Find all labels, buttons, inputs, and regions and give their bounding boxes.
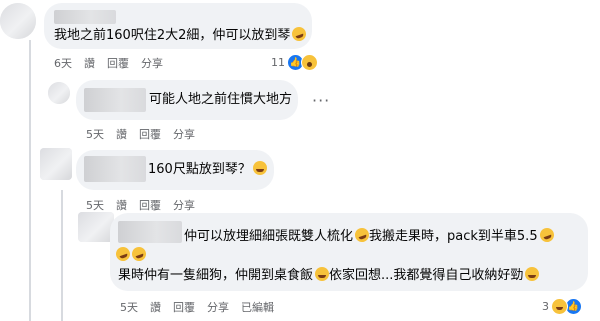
comment-actions: 5天 讚 回覆 分享 已編輯 [120, 299, 274, 315]
edited-label: 已編輯 [241, 301, 274, 314]
rolling-laughing-emoji-icon [537, 226, 556, 244]
like-button[interactable]: 讚 [150, 299, 161, 315]
haha-icon [551, 298, 568, 315]
commenter-name[interactable] [118, 221, 182, 243]
timestamp[interactable]: 5天 [86, 126, 104, 142]
like-button[interactable]: 讚 [116, 126, 127, 142]
commenter-name[interactable] [54, 8, 116, 26]
thread-line [29, 40, 31, 321]
avatar[interactable] [0, 3, 36, 39]
reaction-summary[interactable]: 11 👍 [271, 54, 318, 71]
like-button[interactable]: 讚 [116, 197, 127, 213]
avatar[interactable] [78, 212, 114, 242]
share-button[interactable]: 分享 [207, 299, 229, 315]
commenter-name[interactable] [84, 156, 146, 182]
reply-button[interactable]: 回覆 [139, 197, 161, 213]
comment-text: 我地之前160呎住2大2細，仲可以放到琴 [54, 28, 291, 43]
comment-text-line: 果時仲有一隻細狗，仲開到桌食飯 [118, 268, 314, 283]
avatar[interactable] [40, 148, 72, 180]
reply-button[interactable]: 回覆 [107, 55, 129, 71]
timestamp[interactable]: 5天 [86, 197, 104, 213]
thread-line [61, 190, 63, 321]
comment-text-line: 依家回想...我都覺得自己收納好勁 [329, 268, 524, 283]
share-button[interactable]: 分享 [141, 55, 163, 71]
comment-text: 可能人地之前住慣大地方 [149, 92, 293, 107]
comment-bubble: 可能人地之前住慣大地方 [76, 80, 298, 120]
wow-icon [301, 54, 318, 71]
grinning-emoji-icon [252, 161, 267, 175]
reply-button[interactable]: 回覆 [139, 126, 161, 142]
comment-bubble: 160尺點放到琴？ [76, 150, 274, 190]
reaction-summary[interactable]: 3 👍 [542, 298, 582, 315]
comment-actions: 5天 讚 回覆 分享 [86, 197, 195, 213]
comment-text: 160尺點放到琴？ [148, 162, 251, 177]
comment-bubble: 我地之前160呎住2大2細，仲可以放到琴 [44, 3, 312, 49]
share-button[interactable]: 分享 [173, 197, 195, 213]
reaction-count: 3 [542, 300, 549, 313]
avatar[interactable] [48, 82, 70, 104]
rolling-laughing-emoji-icon [114, 245, 132, 263]
share-button[interactable]: 分享 [173, 126, 195, 142]
reaction-count: 11 [271, 56, 285, 69]
comment-actions: 6天 讚 回覆 分享 [54, 55, 163, 71]
monkey-emoji-icon [315, 267, 330, 281]
comment-text-line: 仲可以放埋細細張既雙人梳化 [184, 229, 354, 244]
rolling-laughing-emoji-icon [130, 245, 148, 263]
hugging-emoji-icon [525, 267, 540, 281]
timestamp[interactable]: 5天 [120, 299, 138, 315]
like-button[interactable]: 讚 [84, 55, 95, 71]
comment-text-line: 我搬走果時，pack到半車5.5 [369, 229, 538, 244]
comment-actions: 5天 讚 回覆 分享 [86, 126, 195, 142]
reply-button[interactable]: 回覆 [173, 299, 195, 315]
timestamp[interactable]: 6天 [54, 55, 72, 71]
comment-bubble: 仲可以放埋細細張既雙人梳化 我搬走果時，pack到半車5.5 果時仲有一隻細狗，仲… [110, 213, 588, 291]
more-options-icon[interactable]: ··· [312, 91, 330, 110]
commenter-name[interactable] [84, 88, 146, 112]
rolling-laughing-emoji-icon [290, 25, 309, 43]
